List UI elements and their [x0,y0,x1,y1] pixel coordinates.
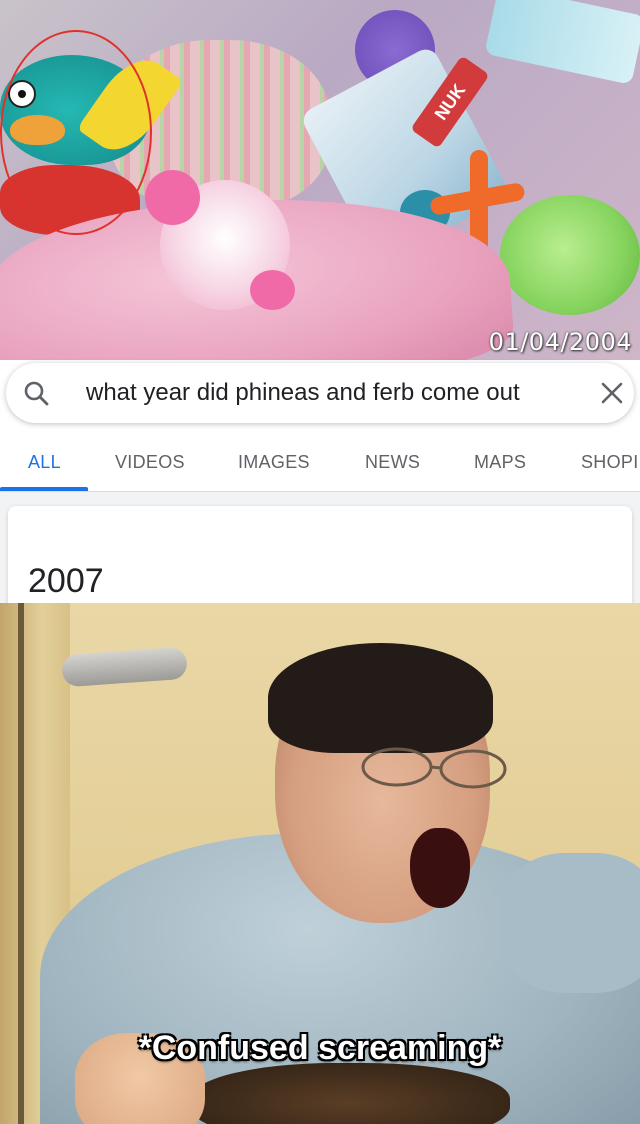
tab-maps[interactable]: MAPS [474,452,526,473]
lamb-ear-left [145,170,200,225]
close-icon[interactable] [598,379,626,407]
screaming-man-photo: *Confused screaming* [0,603,640,1124]
tab-news[interactable]: NEWS [365,452,420,473]
door-handle [61,646,188,688]
person-hair [268,643,493,753]
search-tabs: ALL VIDEOS IMAGES NEWS MAPS SHOPI [0,430,640,492]
dark-object [190,1063,510,1124]
tab-shopping[interactable]: SHOPI [581,452,639,473]
meme-caption: *Confused screaming* [138,1029,502,1067]
toy-pile-photo: NUK 01/04/2004 [0,0,640,360]
answer-year: 2007 [28,562,104,600]
baby-bottle [484,0,640,85]
search-icon[interactable] [22,379,50,407]
photo-date-stamp: 01/04/2004 [488,328,632,356]
tab-videos[interactable]: VIDEOS [115,452,185,473]
tab-images[interactable]: IMAGES [238,452,310,473]
glasses [361,747,507,789]
green-turtle-toy [500,195,640,315]
tab-all[interactable]: ALL [28,452,61,473]
lamb-ear-right [250,270,295,310]
search-bar [6,363,634,423]
search-input[interactable] [86,377,586,409]
active-tab-indicator [0,487,88,491]
screaming-mouth [410,828,470,908]
person-arm [500,853,640,993]
red-annotation-circle [0,30,152,235]
answer-card: 2007 [8,506,632,616]
results-area: 2007 [0,492,640,616]
